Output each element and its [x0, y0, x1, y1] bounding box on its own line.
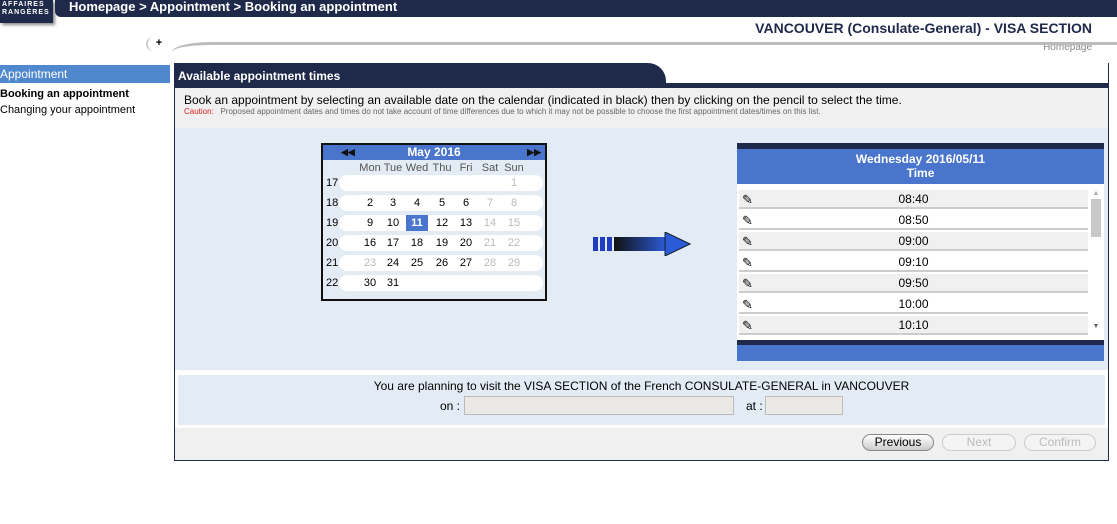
- calendar-day[interactable]: 30: [359, 275, 381, 291]
- week-number: 20: [326, 237, 339, 249]
- week-number: 21: [326, 257, 339, 269]
- time-field[interactable]: [765, 396, 843, 415]
- sidebar-item-changing[interactable]: Changing your appointment: [0, 104, 135, 116]
- calendar-day[interactable]: 4: [406, 195, 428, 211]
- site-title: VANCOUVER (Consulate-General) - VISA SEC…: [755, 20, 1092, 36]
- time-slot[interactable]: ✎ 10:10: [739, 316, 1088, 335]
- calendar-day[interactable]: 27: [455, 255, 477, 271]
- calendar-day: 14: [483, 217, 497, 229]
- header-divider: [172, 42, 1117, 54]
- time-slot-label: 09:10: [898, 255, 929, 269]
- week-number: 19: [326, 217, 339, 229]
- calendar-day[interactable]: 31: [382, 275, 404, 291]
- calendar-day[interactable]: 10: [382, 215, 404, 231]
- weekday-header: Sun: [504, 162, 524, 174]
- calendar-day[interactable]: 19: [431, 235, 453, 251]
- on-label: on :: [440, 399, 461, 413]
- calendar-day: 15: [507, 217, 521, 229]
- calendar-day[interactable]: 25: [406, 255, 428, 271]
- calendar-day[interactable]: 3: [382, 195, 404, 211]
- time-slot[interactable]: ✎ 08:50: [739, 211, 1088, 230]
- instructions: Book an appointment by selecting an avai…: [175, 88, 1108, 128]
- calendar-day[interactable]: 16: [359, 235, 381, 251]
- pencil-icon[interactable]: ✎: [742, 211, 753, 230]
- weekday-header: Wed: [405, 162, 429, 174]
- next-button[interactable]: Next: [942, 434, 1016, 451]
- time-slot[interactable]: ✎ 08:40: [739, 190, 1088, 209]
- weekday-header: Fri: [459, 162, 473, 174]
- previous-button[interactable]: Previous: [862, 434, 934, 451]
- calendar-day: 21: [483, 237, 497, 249]
- time-slot[interactable]: ✎ 09:50: [739, 274, 1088, 293]
- calendar-day[interactable]: 26: [431, 255, 453, 271]
- time-slot-label: 10:00: [898, 297, 929, 311]
- date-field[interactable]: [464, 396, 734, 415]
- pencil-icon[interactable]: ✎: [742, 232, 753, 251]
- arrow-icon: [593, 232, 691, 256]
- weekday-header: Thu: [432, 162, 452, 174]
- expand-plus-icon[interactable]: +: [146, 37, 170, 51]
- calendar-day[interactable]: 13: [455, 215, 477, 231]
- sidebar-heading[interactable]: Appointment: [0, 65, 170, 83]
- caution-text: Proposed appointment dates and times do …: [220, 107, 821, 116]
- week-number: 17: [326, 177, 339, 189]
- week-number: 18: [326, 197, 339, 209]
- calendar-day: 1: [510, 177, 518, 189]
- time-slot-label: 08:40: [898, 192, 929, 206]
- weekday-header: Tue: [383, 162, 403, 174]
- summary-text: You are planning to visit the VISA SECTI…: [373, 379, 910, 393]
- panel-title: Available appointment times: [174, 63, 666, 85]
- week-number: 22: [326, 277, 339, 289]
- pencil-icon[interactable]: ✎: [742, 316, 753, 335]
- calendar-day: 23: [363, 257, 377, 269]
- times-panel: Wednesday 2016/05/11 Time ✎ 08:40 ✎ 08:50 ✎ 09…: [737, 143, 1104, 361]
- time-slot[interactable]: ✎ 09:00: [739, 232, 1088, 251]
- pencil-icon[interactable]: ✎: [742, 295, 753, 314]
- calendar-month: May 2016: [407, 145, 461, 159]
- calendar-day[interactable]: 2: [359, 195, 381, 211]
- calendar-day[interactable]: 11: [406, 215, 428, 231]
- sidebar-item-booking[interactable]: Booking an appointment: [0, 88, 129, 100]
- calendar-day[interactable]: 17: [382, 235, 404, 251]
- prev-month-icon[interactable]: ◀◀: [341, 145, 355, 160]
- time-slot-label: 10:10: [898, 318, 929, 332]
- at-label: at :: [746, 399, 763, 413]
- pencil-icon[interactable]: ✎: [742, 274, 753, 293]
- calendar-day[interactable]: 5: [431, 195, 453, 211]
- selected-date: Wednesday 2016/05/11: [855, 152, 986, 166]
- time-slot-label: 08:50: [898, 213, 929, 227]
- calendar-day: 22: [507, 237, 521, 249]
- time-slot[interactable]: ✎ 10:00: [739, 295, 1088, 314]
- calendar-day[interactable]: 12: [431, 215, 453, 231]
- calendar-day[interactable]: 20: [455, 235, 477, 251]
- logo[interactable]: AFFAIRES RANGÈRES: [0, 0, 53, 23]
- weekday-header: Mon: [359, 162, 381, 174]
- calendar-day[interactable]: 24: [382, 255, 404, 271]
- caution-label: Caution:: [184, 107, 214, 116]
- calendar-day[interactable]: 9: [359, 215, 381, 231]
- pencil-icon[interactable]: ✎: [742, 253, 753, 272]
- time-column-header: Time: [906, 166, 935, 180]
- calendar-day: 28: [483, 257, 497, 269]
- calendar: ◀◀ May 2016 ▶▶ Mon Tue Wed Thu Fri Sat Sun 17 1 1…: [321, 143, 547, 301]
- instructions-text: Book an appointment by selecting an avai…: [184, 93, 902, 107]
- scrollbar[interactable]: ▲ ▼: [1089, 190, 1103, 330]
- time-slot-label: 09:50: [898, 276, 929, 290]
- calendar-day: 8: [510, 197, 518, 209]
- pencil-icon[interactable]: ✎: [742, 190, 753, 209]
- calendar-day: 29: [507, 257, 521, 269]
- weekday-header: Sat: [481, 162, 499, 174]
- time-slot[interactable]: ✎ 09:10: [739, 253, 1088, 272]
- confirm-button[interactable]: Confirm: [1024, 434, 1096, 451]
- calendar-day: 7: [486, 197, 494, 209]
- calendar-day[interactable]: 6: [455, 195, 477, 211]
- next-month-icon[interactable]: ▶▶: [527, 145, 541, 160]
- breadcrumb[interactable]: Homepage > Appointment > Booking an appo…: [55, 0, 1117, 17]
- time-slot-label: 09:00: [898, 234, 929, 248]
- calendar-day[interactable]: 18: [406, 235, 428, 251]
